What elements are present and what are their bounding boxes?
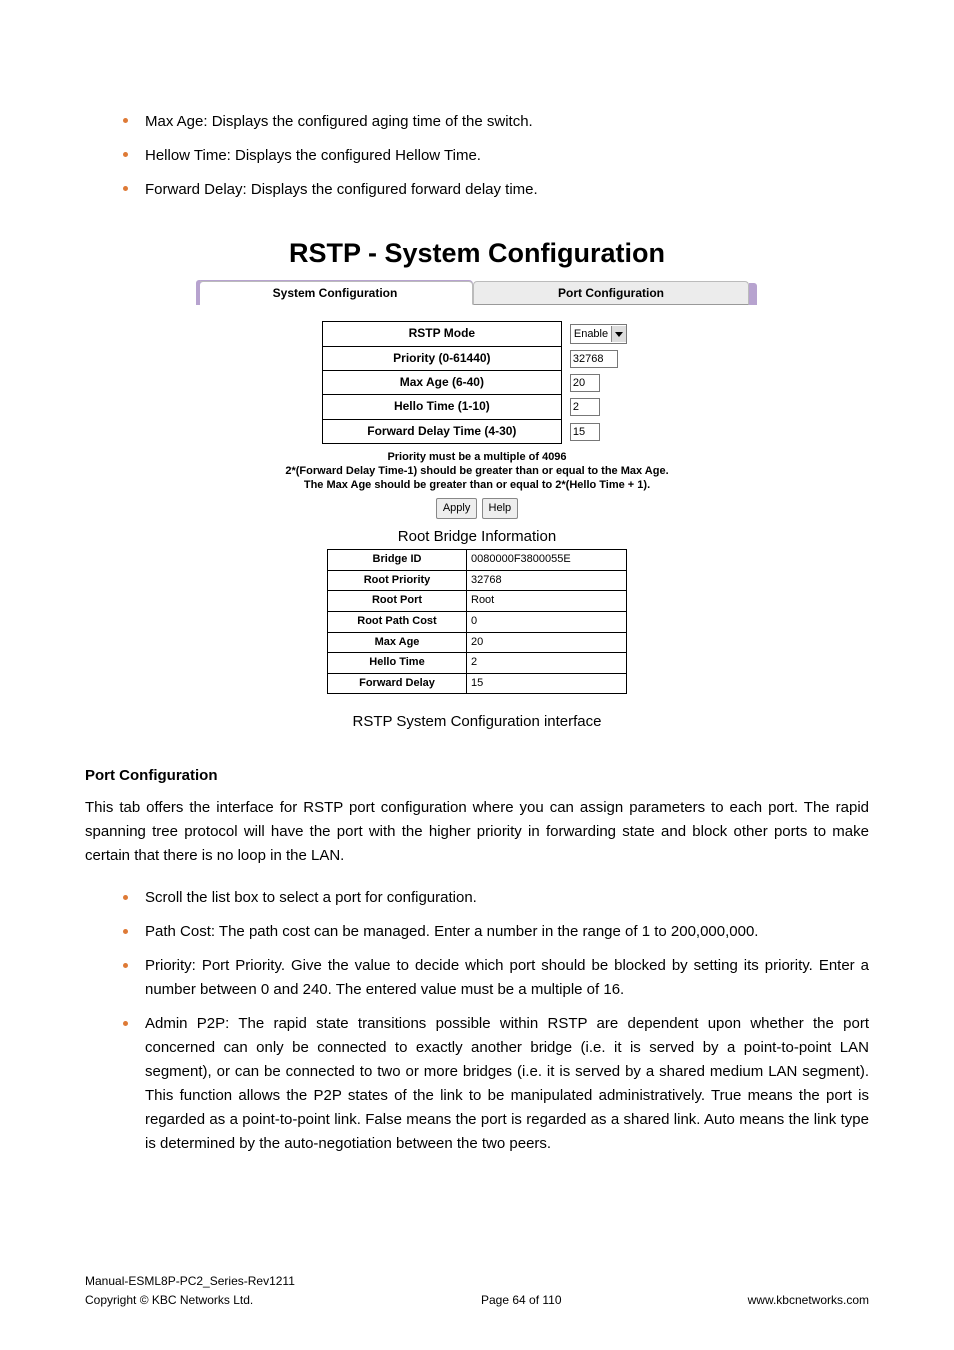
footer-manual-id: Manual-ESML8P-PC2_Series-Rev1211 <box>85 1272 295 1291</box>
list-item: Admin P2P: The rapid state transitions p… <box>85 1012 869 1156</box>
rbi-val: Root <box>467 591 627 612</box>
list-item: Forward Delay: Displays the configured f… <box>85 178 869 202</box>
max-age-input[interactable]: 20 <box>570 374 600 392</box>
rstp-screenshot: RSTP - System Configuration System Confi… <box>197 232 757 694</box>
rbi-key: Root Path Cost <box>328 612 467 633</box>
screenshot-caption: RSTP System Configuration interface <box>85 710 869 734</box>
port-config-bullet-list: Scroll the list box to select a port for… <box>85 886 869 1156</box>
rbi-val: 2 <box>467 653 627 674</box>
rbi-key: Forward Delay <box>328 673 467 694</box>
config-label: Hello Time (1-10) <box>322 395 561 419</box>
list-item: Scroll the list box to select a port for… <box>85 886 869 910</box>
list-item: Hellow Time: Displays the configured Hel… <box>85 144 869 168</box>
list-item: Max Age: Displays the configured aging t… <box>85 110 869 134</box>
rbi-key: Root Priority <box>328 570 467 591</box>
config-notes: Priority must be a multiple of 4096 2*(F… <box>197 450 757 493</box>
rstp-mode-select[interactable]: Enable <box>570 324 627 344</box>
tab-label: System Configuration <box>273 286 398 300</box>
section-paragraph: This tab offers the interface for RSTP p… <box>85 796 869 868</box>
footer-url: www.kbcnetworks.com <box>748 1291 869 1310</box>
apply-button[interactable]: Apply <box>436 498 478 520</box>
tab-end-decoration <box>749 283 757 305</box>
list-item: Priority: Port Priority. Give the value … <box>85 954 869 1002</box>
footer-copyright: Copyright © KBC Networks Ltd. <box>85 1291 295 1310</box>
root-bridge-info-table: Bridge ID0080000F3800055E Root Priority3… <box>327 549 627 694</box>
rbi-key: Bridge ID <box>328 550 467 571</box>
page-footer: Manual-ESML8P-PC2_Series-Rev1211 Copyrig… <box>85 1272 869 1310</box>
tab-label: Port Configuration <box>558 286 664 300</box>
tab-port-configuration[interactable]: Port Configuration <box>473 281 749 305</box>
note-line: 2*(Forward Delay Time-1) should be great… <box>197 464 757 478</box>
forward-delay-input[interactable]: 15 <box>570 423 600 441</box>
rbi-val: 0 <box>467 612 627 633</box>
config-label: Priority (0-61440) <box>322 346 561 370</box>
rbi-key: Hello Time <box>328 653 467 674</box>
hello-time-input[interactable]: 2 <box>570 398 600 416</box>
rbi-val: 0080000F3800055E <box>467 550 627 571</box>
tab-bar: System Configuration Port Configuration <box>197 281 757 305</box>
footer-page-number: Page 64 of 110 <box>295 1291 748 1310</box>
rbi-key: Max Age <box>328 632 467 653</box>
config-label: Forward Delay Time (4-30) <box>322 419 561 443</box>
config-label: RSTP Mode <box>322 322 561 347</box>
list-item: Path Cost: The path cost can be managed.… <box>85 920 869 944</box>
select-value: Enable <box>574 326 608 344</box>
rbi-val: 15 <box>467 673 627 694</box>
priority-input[interactable]: 32768 <box>570 350 618 368</box>
config-label: Max Age (6-40) <box>322 371 561 395</box>
section-heading: Port Configuration <box>85 764 869 788</box>
rbi-val: 20 <box>467 632 627 653</box>
tab-system-configuration[interactable]: System Configuration <box>197 281 473 305</box>
rbi-val: 32768 <box>467 570 627 591</box>
top-bullet-list: Max Age: Displays the configured aging t… <box>85 110 869 202</box>
root-bridge-info-title: Root Bridge Information <box>197 525 757 549</box>
rbi-key: Root Port <box>328 591 467 612</box>
config-table: RSTP Mode Enable Priority (0-61440) 3276… <box>322 321 632 444</box>
note-line: The Max Age should be greater than or eq… <box>197 478 757 492</box>
screenshot-title: RSTP - System Configuration <box>197 232 757 275</box>
help-button[interactable]: Help <box>482 498 519 520</box>
chevron-down-icon <box>611 326 626 342</box>
note-line: Priority must be a multiple of 4096 <box>197 450 757 464</box>
